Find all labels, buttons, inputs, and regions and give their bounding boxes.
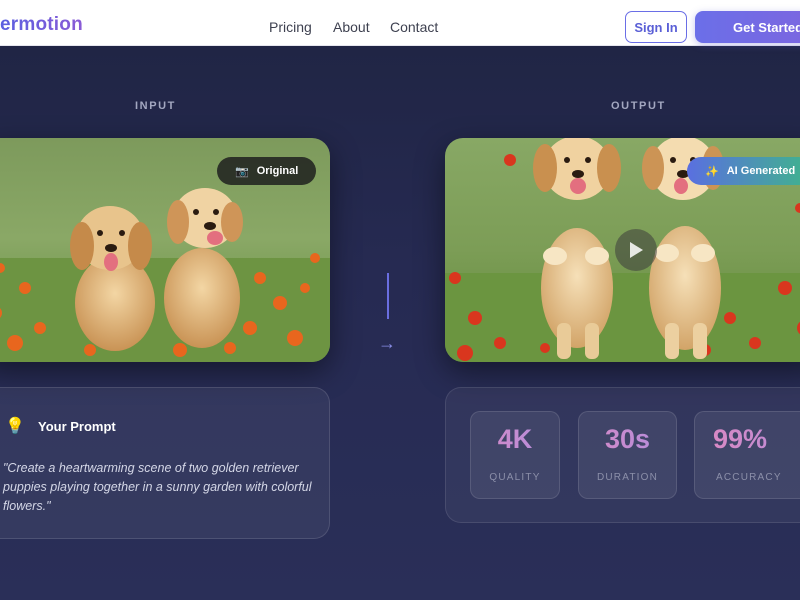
stat-value: 30s bbox=[579, 424, 676, 455]
input-label: INPUT bbox=[135, 100, 176, 112]
stat-label: DURATION bbox=[596, 472, 659, 483]
stat-quality: 4K QUALITY bbox=[470, 411, 560, 499]
nav-link-contact[interactable]: Contact bbox=[390, 19, 438, 35]
output-image-card[interactable]: ✨ AI Generated bbox=[445, 138, 800, 362]
original-tag-label: Original bbox=[256, 165, 299, 177]
output-label: OUTPUT bbox=[611, 100, 666, 112]
ai-generated-tag: ✨ AI Generated bbox=[687, 157, 800, 185]
camera-icon: 📷 bbox=[235, 165, 249, 178]
get-started-button[interactable]: Get Started bbox=[695, 11, 800, 43]
stat-label: ACCURACY bbox=[716, 472, 782, 483]
play-icon bbox=[630, 242, 643, 258]
sparkle-icon: ✨ bbox=[705, 165, 719, 178]
brand-logo[interactable]: ermotion bbox=[0, 14, 83, 36]
ai-generated-tag-label: AI Generated bbox=[726, 165, 796, 177]
original-tag: 📷 Original bbox=[217, 157, 317, 185]
stats-card: 4K QUALITY 30s DURATION 99% ACCURACY bbox=[445, 387, 800, 523]
input-image-card: 📷 Original bbox=[0, 138, 330, 362]
nav-link-about[interactable]: About bbox=[333, 19, 370, 35]
stat-value: 4K bbox=[471, 424, 559, 455]
play-button[interactable] bbox=[615, 229, 657, 271]
lightbulb-icon: 💡 bbox=[5, 418, 25, 435]
stat-value: 99% bbox=[713, 424, 800, 455]
sign-in-button[interactable]: Sign In bbox=[625, 11, 687, 43]
nav-link-pricing[interactable]: Pricing bbox=[269, 19, 312, 35]
flow-divider bbox=[387, 273, 389, 319]
prompt-text: "Create a heartwarming scene of two gold… bbox=[3, 461, 312, 513]
prompt-card: 💡 Your Prompt "Create a heartwarming sce… bbox=[0, 387, 330, 539]
top-navbar: ermotion Pricing About Contact Sign In G… bbox=[0, 0, 800, 46]
stat-label: QUALITY bbox=[489, 472, 541, 483]
prompt-title: Your Prompt bbox=[38, 419, 116, 434]
arrow-right-icon: → bbox=[378, 333, 396, 353]
stat-duration: 30s DURATION bbox=[578, 411, 677, 499]
stat-accuracy: 99% ACCURACY bbox=[694, 411, 800, 499]
